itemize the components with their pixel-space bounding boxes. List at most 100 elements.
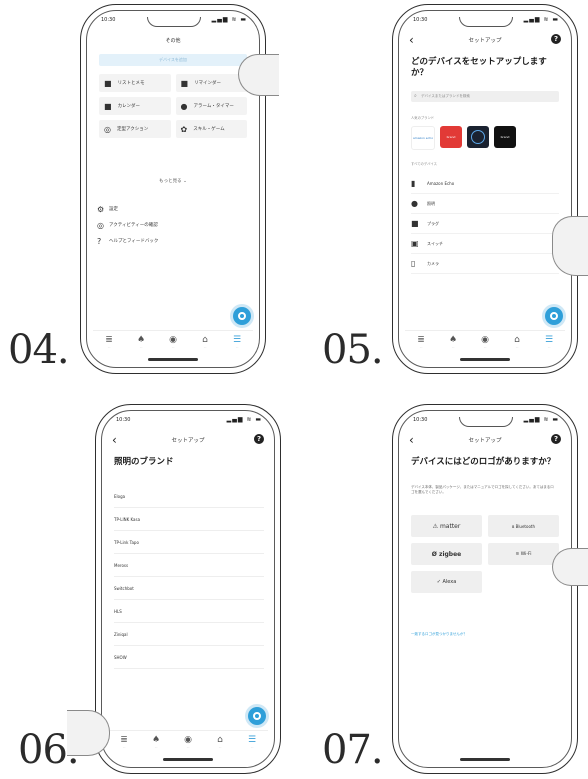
tab-bar: ≣ ··· ♠ ··· ◉ ··· ⌂ ··· ☰ ··· bbox=[405, 330, 565, 353]
tab-bar: ≣ ··· ♠ ··· ◉ ··· ⌂ ··· ☰ ··· bbox=[93, 330, 253, 353]
home-indicator bbox=[163, 758, 213, 761]
tab-home[interactable]: ≣ ··· bbox=[414, 335, 428, 349]
tile-alarms[interactable]: ● アラーム・タイマー bbox=[175, 97, 247, 115]
tile-routines[interactable]: ◎ 定型アクション bbox=[99, 120, 171, 138]
tab-play[interactable]: ◉ ··· bbox=[181, 735, 195, 749]
logo-option-bluetooth[interactable]: ʙ Bluetooth bbox=[488, 515, 559, 537]
brand-item[interactable]: TP-Link Tapo bbox=[114, 531, 264, 554]
device-item[interactable]: ■ プラグ bbox=[411, 214, 559, 234]
tab-label: ··· bbox=[139, 345, 143, 349]
tab-devices[interactable]: ⌂ ··· bbox=[198, 335, 212, 349]
help-icon[interactable]: ? bbox=[254, 434, 264, 444]
help-icon[interactable]: ? bbox=[551, 434, 561, 444]
device-item[interactable]: ▯ カメラ bbox=[411, 254, 559, 274]
status-icons: ▂▄▆ ≋ ▬ bbox=[226, 416, 262, 423]
brand-item[interactable]: Switchbot bbox=[114, 577, 264, 600]
device-search-input[interactable]: ⌕ デバイスまたはブランドを検索 bbox=[411, 91, 559, 102]
home-icon: ≣ bbox=[417, 335, 425, 345]
brand-logo-ring[interactable] bbox=[467, 126, 489, 148]
brand-logo-red[interactable]: brand bbox=[440, 126, 462, 148]
tab-more[interactable]: ☰ ··· bbox=[230, 335, 244, 349]
activity-item[interactable]: ◎ アクティビティーの確認 bbox=[97, 217, 249, 233]
tile-lists[interactable]: ■ リストとメモ bbox=[99, 74, 171, 92]
add-device-button[interactable]: デバイスを追加 bbox=[99, 54, 247, 66]
tile-label: リマインダー bbox=[194, 81, 222, 86]
logo-option-matter[interactable]: ⚠ matter bbox=[411, 515, 482, 537]
tab-more[interactable]: ☰ ··· bbox=[542, 335, 556, 349]
device-item[interactable]: ▮ Amazon Echo bbox=[411, 174, 559, 194]
brand-item[interactable]: TP-LINK Kasa bbox=[114, 508, 264, 531]
logo-option-zigbee[interactable]: Ø zigbee bbox=[411, 543, 482, 565]
ring-icon bbox=[471, 130, 485, 144]
chat-icon: ♠ bbox=[448, 335, 458, 345]
phone-screen-07: 10:30 ▂▄▆ ≋ ▬ ‹ セットアップ ? デバイスにはどのロゴがありますか… bbox=[392, 404, 588, 774]
tile-label: 定型アクション bbox=[116, 127, 149, 132]
tab-play[interactable]: ◉ ··· bbox=[478, 335, 492, 349]
tab-label: ··· bbox=[451, 345, 455, 349]
menu-icon: ☰ bbox=[232, 335, 242, 345]
devices-icon: ⌂ bbox=[202, 335, 208, 345]
tab-play[interactable]: ◉ ··· bbox=[166, 335, 180, 349]
device-item[interactable]: ▣ スイッチ bbox=[411, 234, 559, 254]
tab-label: ··· bbox=[171, 345, 175, 349]
status-time: 10:30 bbox=[101, 17, 116, 23]
tab-communicate[interactable]: ♠ ··· bbox=[134, 335, 148, 349]
settings-item[interactable]: ⚙ 設定 bbox=[97, 201, 249, 217]
section-label-popular: 人気のブランド bbox=[411, 116, 435, 120]
brand-logo-echo[interactable]: amazon echo bbox=[411, 126, 435, 150]
tab-communicate[interactable]: ♠ ··· bbox=[149, 735, 163, 749]
tab-label: ··· bbox=[515, 345, 519, 349]
tab-more[interactable]: ☰ ··· bbox=[245, 735, 259, 749]
help-icon: ? bbox=[97, 236, 102, 246]
tab-devices[interactable]: ⌂ ··· bbox=[510, 335, 524, 349]
tab-home[interactable]: ≣ ··· bbox=[117, 735, 131, 749]
list-label: ヘルプとフィードバック bbox=[109, 239, 159, 244]
search-placeholder: デバイスまたはブランドを検索 bbox=[421, 94, 470, 98]
tile-calendar[interactable]: ■ カレンダー bbox=[99, 97, 171, 115]
device-item[interactable]: ● 照明 bbox=[411, 194, 559, 214]
tab-label: ··· bbox=[250, 745, 254, 749]
no-logo-link[interactable]: 一致するロゴが見つかりませんか？ bbox=[411, 632, 467, 637]
logo-option-wifi[interactable]: ≋ Wi-Fi bbox=[488, 543, 559, 565]
device-label: 照明 bbox=[427, 200, 435, 206]
brand-item[interactable]: SHOW bbox=[114, 646, 264, 669]
finger-illustration bbox=[552, 216, 588, 276]
devices-icon: ⌂ bbox=[217, 735, 223, 745]
brand-item[interactable]: Ziniqal bbox=[114, 623, 264, 646]
brand-item[interactable]: Meross bbox=[114, 554, 264, 577]
tab-communicate[interactable]: ♠ ··· bbox=[446, 335, 460, 349]
home-icon: ≣ bbox=[105, 335, 113, 345]
play-icon: ◉ bbox=[184, 735, 192, 745]
see-more-link[interactable]: もっと見る ⌄ bbox=[87, 178, 259, 184]
list-icon: ■ bbox=[104, 78, 112, 88]
tab-label: ··· bbox=[483, 345, 487, 349]
brand-logo-black[interactable]: brand bbox=[494, 126, 516, 148]
brand-item[interactable]: HLS bbox=[114, 600, 264, 623]
step-label-04: 04. bbox=[8, 327, 70, 373]
tab-devices[interactable]: ⌂ ··· bbox=[213, 735, 227, 749]
tab-label: ··· bbox=[154, 745, 158, 749]
logo-option-alexa[interactable]: ✓ Alexa bbox=[411, 571, 482, 593]
alexa-button[interactable] bbox=[545, 307, 563, 325]
list-label: 設定 bbox=[109, 207, 118, 212]
alexa-button[interactable] bbox=[248, 707, 266, 725]
tile-label: アラーム・タイマー bbox=[193, 104, 234, 109]
tile-skills[interactable]: ✿ スキル・ゲーム bbox=[175, 120, 247, 138]
chat-icon: ♠ bbox=[136, 335, 146, 345]
device-label: カメラ bbox=[427, 260, 439, 266]
calendar-icon: ■ bbox=[104, 101, 112, 111]
phone-screen-06: 10:30 ▂▄▆ ≋ ▬ ‹ セットアップ ? 照明のブランド Eloga TP… bbox=[67, 404, 281, 774]
alexa-button[interactable] bbox=[233, 307, 251, 325]
status-time: 10:30 bbox=[116, 417, 131, 423]
brand-item[interactable]: Eloga bbox=[114, 485, 264, 508]
description: デバイス本体、製品パッケージ、またはマニュアルでロゴを探してください。あてはまる… bbox=[411, 485, 554, 494]
tab-home[interactable]: ≣ ··· bbox=[102, 335, 116, 349]
bulb-icon: ● bbox=[411, 199, 418, 208]
help-item[interactable]: ? ヘルプとフィードバック bbox=[97, 233, 249, 249]
screen-title: セットアップ bbox=[468, 438, 502, 444]
tab-label: ··· bbox=[419, 345, 423, 349]
help-icon[interactable]: ? bbox=[551, 34, 561, 44]
tile-reminders[interactable]: ■ リマインダー bbox=[175, 74, 247, 92]
status-time: 10:30 bbox=[413, 17, 428, 23]
plug-icon: ■ bbox=[411, 219, 419, 228]
